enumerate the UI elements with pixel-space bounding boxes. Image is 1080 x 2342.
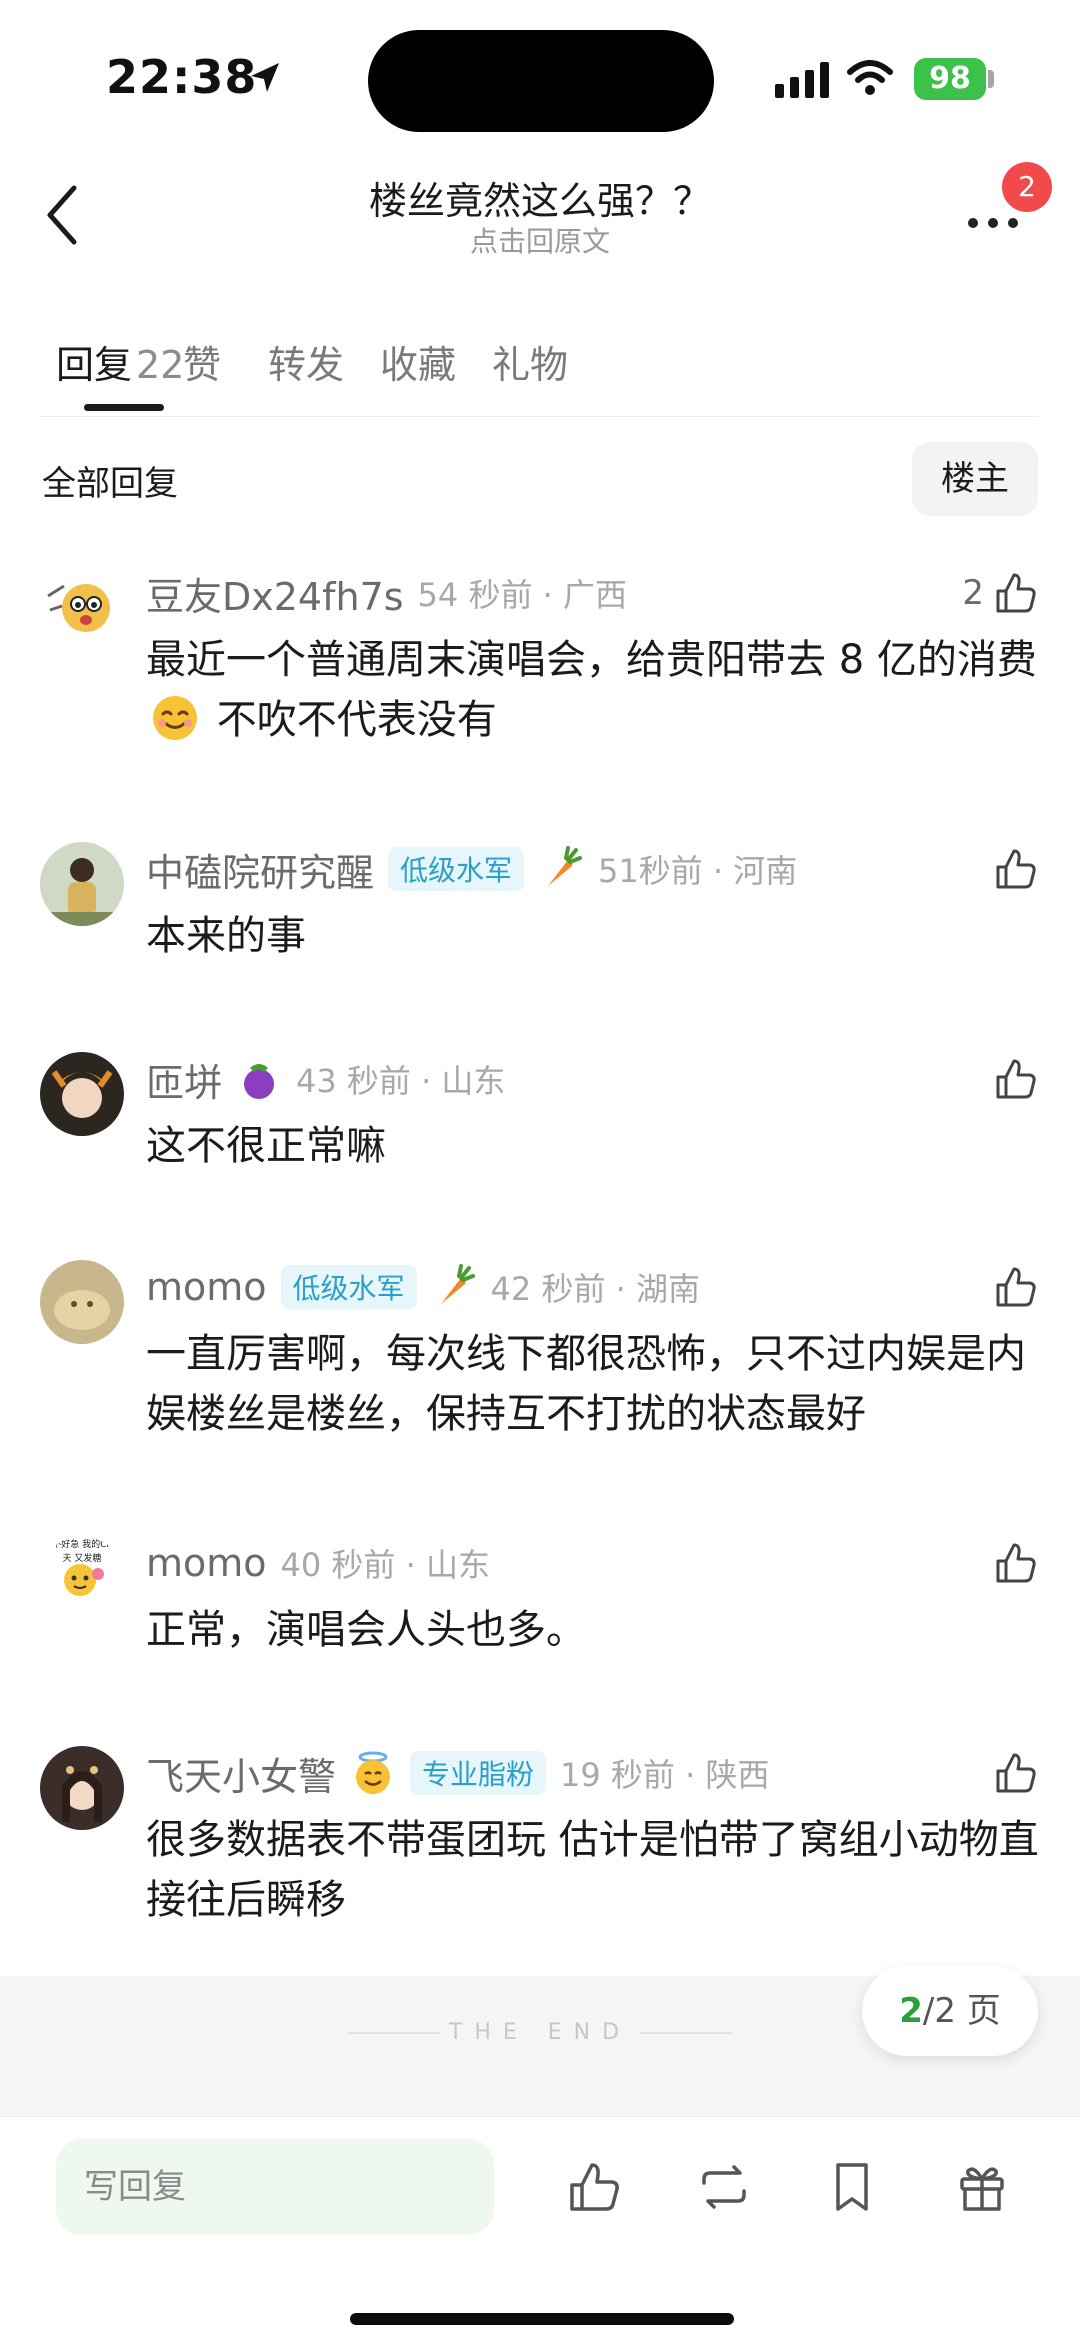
total-pages: /2 页: [922, 1991, 1001, 2031]
repost-icon[interactable]: [694, 2157, 754, 2217]
back-to-post-link[interactable]: 点击回原文: [0, 220, 1080, 260]
notification-badge: 2: [1002, 162, 1052, 212]
filter-all-replies[interactable]: 全部回复: [42, 456, 178, 505]
like-button[interactable]: [992, 1536, 1040, 1590]
comment-nickname[interactable]: 飞天小女警: [146, 1746, 336, 1801]
comment-time-location: 43 秒前 · 山东: [296, 1062, 506, 1100]
comment-text: 正常，演唱会人头也多。: [146, 1607, 586, 1653]
status-time: 22:38: [106, 50, 258, 104]
tab-likes[interactable]: 赞: [183, 334, 221, 389]
divider: [640, 2032, 732, 2034]
like-icon: [996, 573, 1036, 613]
comment-text: 最近一个普通周末演唱会，给贵阳带去 8 亿的消费 不吹不代表没有: [146, 637, 1037, 743]
carrot-icon: [548, 846, 583, 886]
avatar[interactable]: 真不好急 我的CP今天 又发糖: [40, 1536, 124, 1620]
avatar-caption: 真不好急 我的CP今天 又发糖: [43, 1540, 121, 1564]
avatar[interactable]: [40, 1260, 124, 1344]
like-icon: [996, 1753, 1036, 1793]
tab-active-indicator: [84, 404, 164, 411]
comment-nickname[interactable]: momo: [146, 1541, 267, 1585]
like-button[interactable]: 2: [962, 566, 1040, 620]
like-button[interactable]: [992, 1260, 1040, 1314]
eggplant-icon: [244, 1064, 275, 1099]
tab-bar: 回复 22 赞 转发 收藏 礼物: [56, 318, 1036, 418]
comment-nickname[interactable]: 豆友Dx24fh7s: [146, 566, 404, 621]
comment-time-location: 54 秒前 · 广西: [417, 576, 627, 614]
level-badge: 低级水军: [280, 1265, 417, 1309]
avatar[interactable]: [40, 1746, 124, 1830]
comment-nickname[interactable]: momo: [146, 1265, 267, 1309]
comment-text: 很多数据表不带蛋团玩 估计是怕带了窝组小动物直接往后瞬移: [146, 1817, 1039, 1923]
signal-icon: [775, 62, 829, 98]
page-indicator[interactable]: 2/2 页: [862, 1966, 1038, 2056]
comment-nickname[interactable]: 匝垪: [146, 1052, 222, 1107]
like-icon[interactable]: [564, 2157, 624, 2217]
comment-time-location: 40 秒前 · 山东: [280, 1546, 490, 1584]
like-icon: [996, 1267, 1036, 1307]
comment-nickname[interactable]: 中磕院研究醒: [146, 842, 374, 897]
tab-reposts[interactable]: 转发: [268, 334, 344, 389]
bookmark-icon[interactable]: [822, 2157, 882, 2217]
comment-text: 这不很正常嘛: [146, 1123, 386, 1169]
battery-tip: [988, 70, 994, 88]
like-icon: [996, 849, 1036, 889]
home-indicator: [350, 2313, 734, 2325]
location-arrow-icon: [251, 63, 279, 92]
like-button[interactable]: [992, 1746, 1040, 1800]
post-header: 楼丝竟然这么强？？ 点击回原文 2: [0, 160, 1080, 280]
like-icon: [996, 1543, 1036, 1583]
avatar[interactable]: [40, 842, 124, 926]
page-title[interactable]: 楼丝竟然这么强？？: [0, 170, 1080, 225]
current-page: 2: [899, 1991, 923, 2031]
status-bar: 22:38 98: [0, 0, 1080, 160]
like-button[interactable]: [992, 1052, 1040, 1106]
avatar[interactable]: [40, 1052, 124, 1136]
tab-replies[interactable]: 回复 22: [56, 334, 184, 389]
level-badge: 低级水军: [388, 847, 525, 891]
wifi-icon: [847, 60, 893, 95]
angel-emoji-icon: [356, 1751, 391, 1794]
op-only-button[interactable]: 楼主: [912, 442, 1038, 516]
carrot-icon: [440, 1264, 475, 1304]
smile-emoji-icon: [153, 696, 197, 740]
level-badge: 专业脂粉: [410, 1751, 547, 1795]
comment-time-location: 19 秒前 · 陕西: [560, 1756, 770, 1794]
gift-icon[interactable]: [952, 2157, 1012, 2217]
comment-text: 本来的事: [146, 913, 306, 959]
tab-gifts[interactable]: 礼物: [492, 334, 568, 389]
bottom-action-bar: 写回复: [0, 2116, 1080, 2342]
like-count: 2: [962, 573, 984, 613]
like-button[interactable]: [992, 842, 1040, 896]
comment-time-location: 51秒前 · 河南: [598, 852, 798, 890]
reply-input[interactable]: 写回复: [56, 2139, 494, 2235]
divider: [40, 416, 1038, 417]
comment-time-location: 42 秒前 · 湖南: [490, 1270, 700, 1308]
tab-favorites[interactable]: 收藏: [380, 334, 456, 389]
dynamic-island: [368, 30, 714, 132]
like-icon: [996, 1059, 1036, 1099]
avatar[interactable]: [40, 566, 124, 650]
comment-text: 一直厉害啊，每次线下都很恐怖，只不过内娱是内娱楼丝是楼丝，保持互不打扰的状态最好: [146, 1331, 1026, 1437]
battery-indicator: 98: [914, 58, 986, 100]
